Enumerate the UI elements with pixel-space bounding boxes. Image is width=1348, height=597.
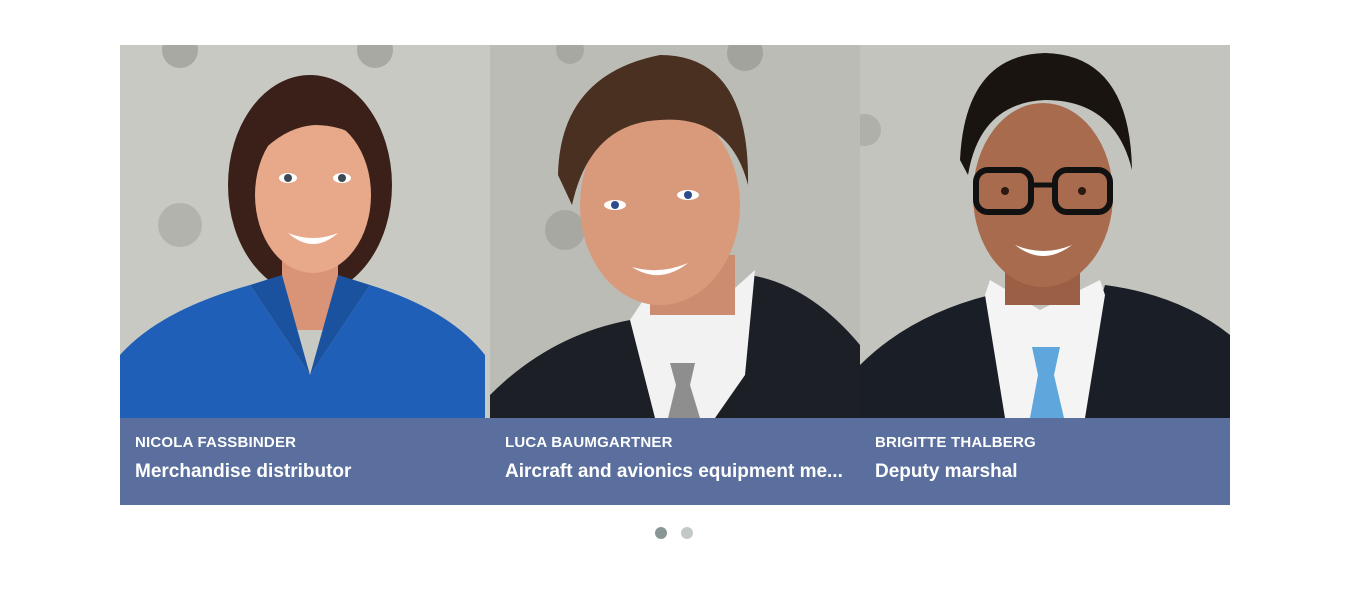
- team-carousel: NICOLA FASSBINDER Merchandise distributo…: [120, 45, 1230, 505]
- portrait-photo: [860, 45, 1230, 418]
- card-caption: BRIGITTE THALBERG Deputy marshal: [860, 418, 1230, 505]
- pagination-dot-2[interactable]: [681, 527, 693, 539]
- member-role: Merchandise distributor: [135, 461, 352, 482]
- portrait-photo: [120, 45, 490, 418]
- portrait-photo: [490, 45, 860, 418]
- member-role: Deputy marshal: [875, 461, 1018, 482]
- team-card-nicola-fassbinder[interactable]: NICOLA FASSBINDER Merchandise distributo…: [120, 45, 490, 505]
- card-caption: NICOLA FASSBINDER Merchandise distributo…: [120, 418, 490, 505]
- member-role: Aircraft and avionics equipment me...: [505, 461, 843, 482]
- team-card-luca-baumgartner[interactable]: LUCA BAUMGARTNER Aircraft and avionics e…: [490, 45, 860, 505]
- pagination-dot-1[interactable]: [655, 527, 667, 539]
- team-card-brigitte-thalberg[interactable]: BRIGITTE THALBERG Deputy marshal: [860, 45, 1230, 505]
- member-name: NICOLA FASSBINDER: [135, 434, 297, 451]
- member-name: BRIGITTE THALBERG: [875, 434, 1036, 451]
- carousel-pagination: [0, 527, 1348, 539]
- member-name: LUCA BAUMGARTNER: [505, 434, 673, 451]
- card-caption: LUCA BAUMGARTNER Aircraft and avionics e…: [490, 418, 860, 505]
